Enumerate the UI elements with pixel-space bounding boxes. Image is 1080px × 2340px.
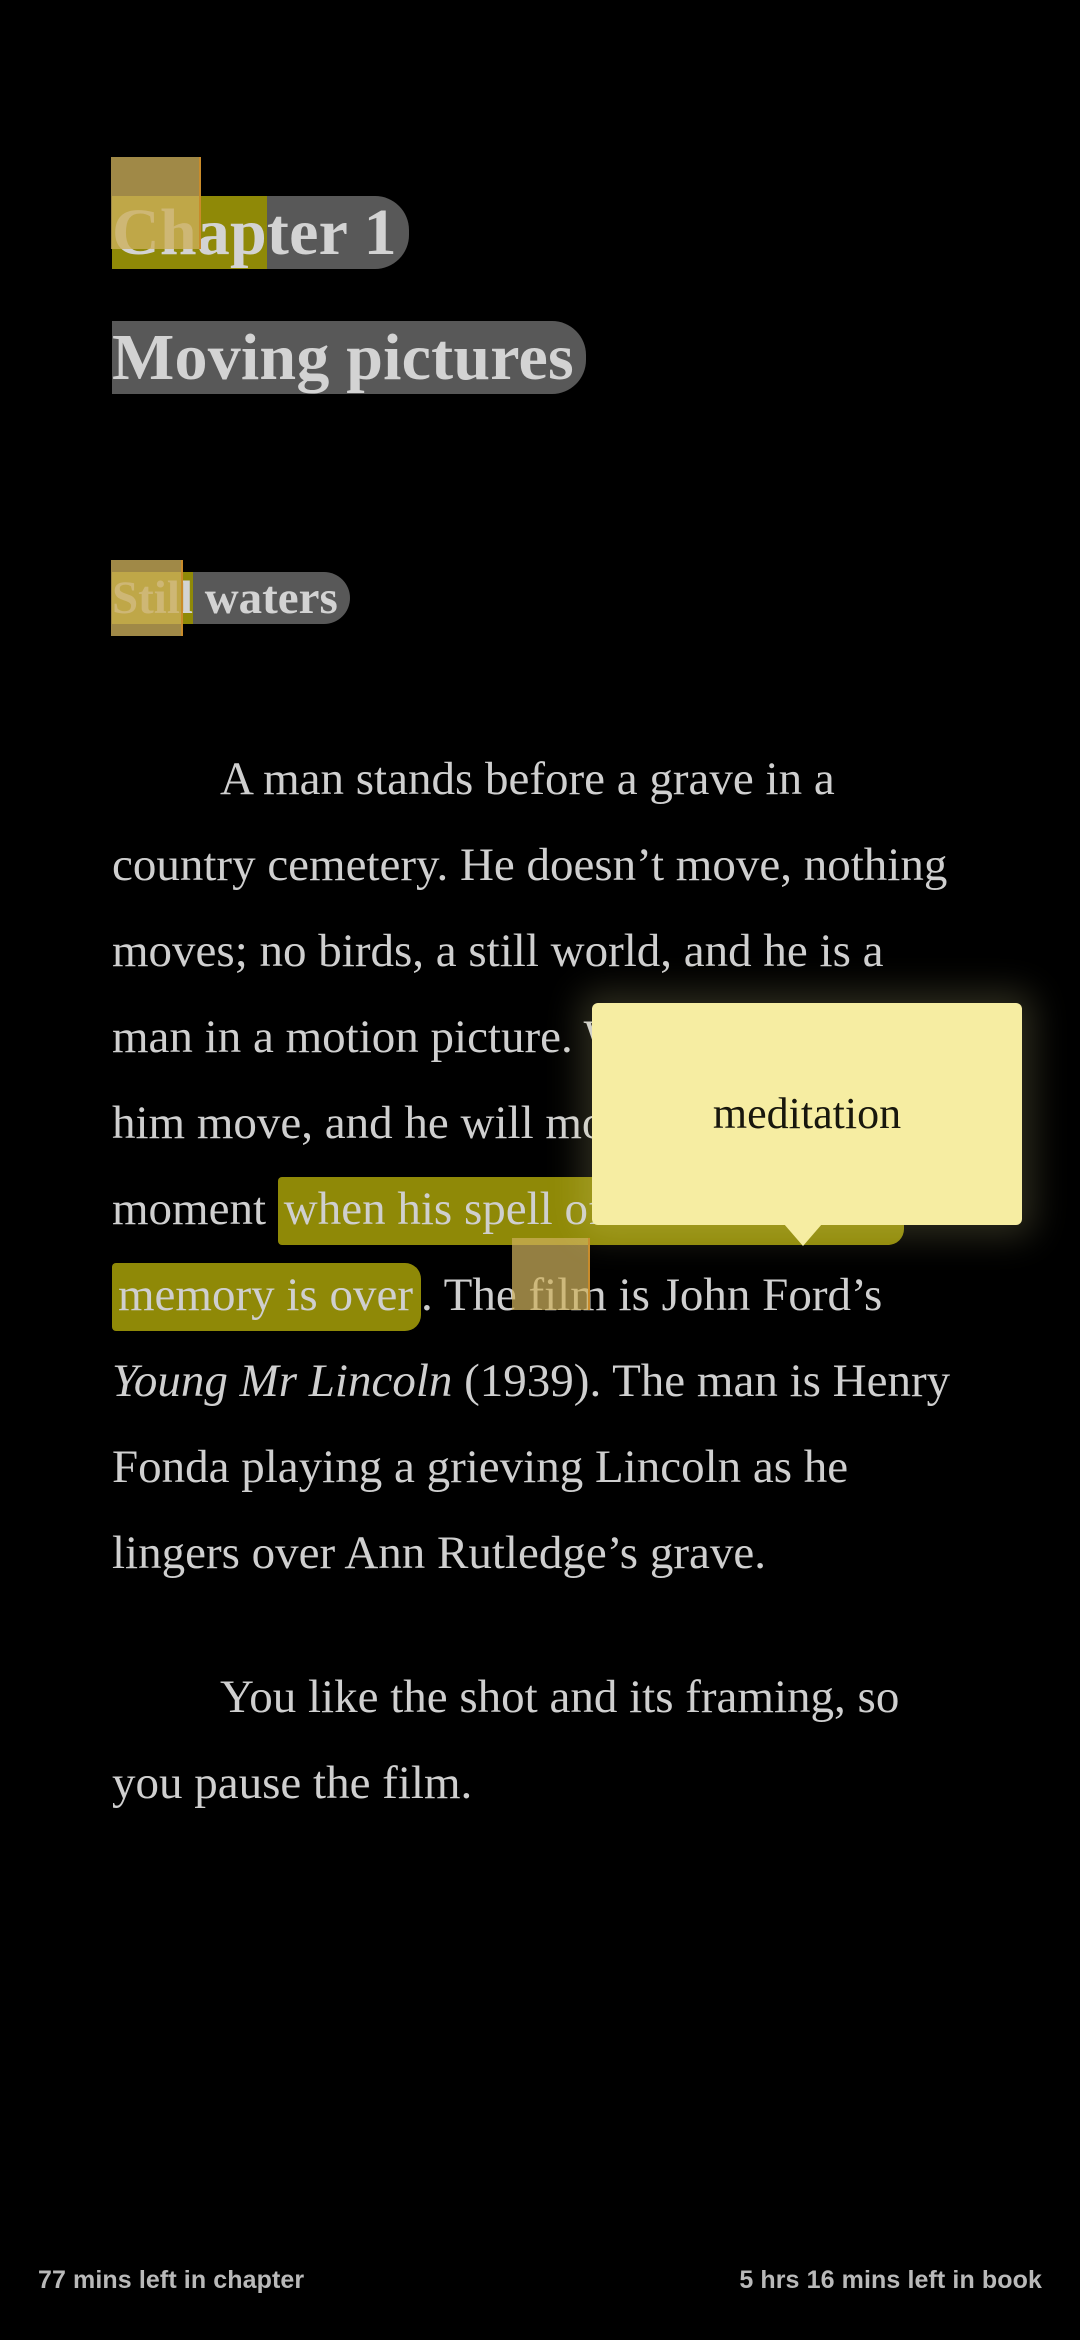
- note-popup[interactable]: meditation: [592, 1003, 1022, 1225]
- chapter-label-highlight: Chap: [112, 196, 267, 269]
- subheading-line[interactable]: Still waters: [112, 552, 972, 644]
- chapter-title-selection: Moving pictures: [112, 321, 586, 394]
- chapter-label-line[interactable]: Chapter 1: [112, 170, 972, 295]
- subheading-highlight: Still: [112, 572, 193, 624]
- chapter-time-remaining: 77 mins left in chapter: [38, 2265, 305, 2294]
- chapter-label-selection: Chapter 1: [112, 196, 409, 269]
- subheading-block: Still waters: [111, 552, 972, 644]
- paragraph-1-tail-a: . The film is John Ford’s: [421, 1269, 883, 1321]
- body-text-block[interactable]: A man stands before a grave in a country…: [112, 736, 972, 1826]
- chapter-label-rest: ter 1: [266, 196, 397, 269]
- paragraph-1-film-title: Young Mr Lincoln: [112, 1355, 453, 1407]
- chapter-title-line[interactable]: Moving pictures: [112, 295, 972, 420]
- reader-page[interactable]: Chapter 1 Moving pictures Still waters A…: [0, 0, 1080, 2340]
- subheading-rest: waters: [192, 572, 338, 624]
- chapter-heading-block: Chapter 1 Moving pictures: [111, 157, 972, 420]
- note-popup-pointer-icon: [784, 1224, 822, 1246]
- note-popup-text: meditation: [712, 1089, 902, 1138]
- reading-status-bar: 77 mins left in chapter 5 hrs 16 mins le…: [0, 2260, 1080, 2300]
- subheading-selection: Still waters: [112, 572, 350, 624]
- paragraph-2[interactable]: You like the shot and its framing, so yo…: [112, 1654, 972, 1826]
- book-time-remaining: 5 hrs 16 mins left in book: [739, 2265, 1042, 2294]
